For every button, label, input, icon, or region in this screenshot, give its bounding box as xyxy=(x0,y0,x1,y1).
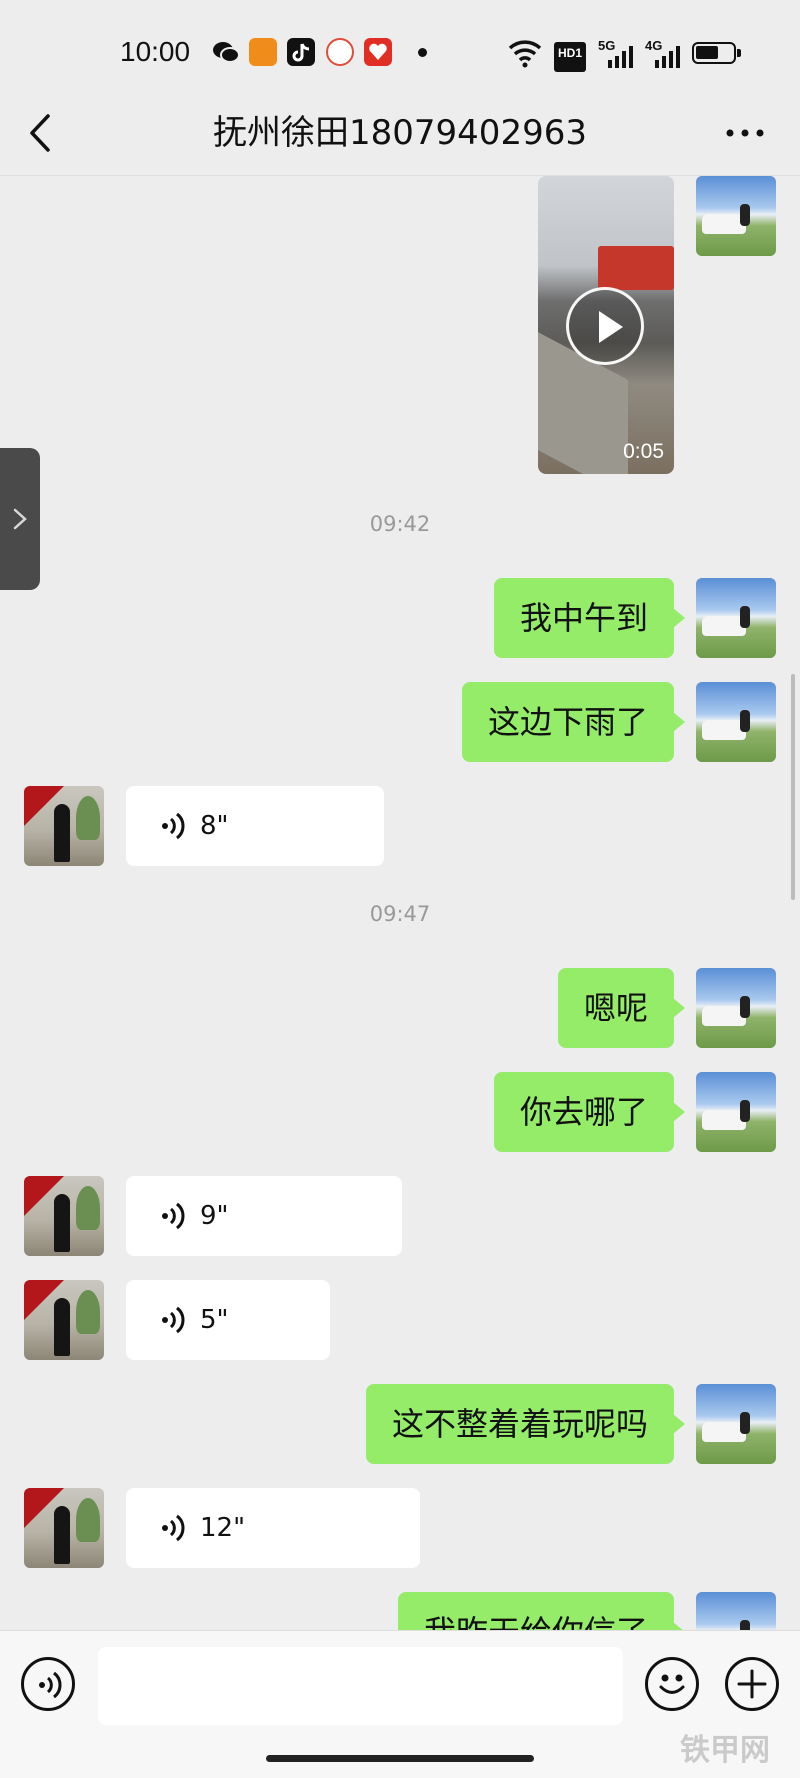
pinduoduo-icon xyxy=(364,38,392,66)
message-bubble-sent[interactable]: 我中午到 xyxy=(493,578,686,658)
avatar-person xyxy=(740,710,750,732)
status-bar: 10:00 HD1 5G 4G xyxy=(0,0,800,104)
voice-duration: 12" xyxy=(200,1513,246,1543)
self-avatar[interactable] xyxy=(696,968,776,1048)
input-bar: 铁甲网 xyxy=(0,1630,800,1778)
self-avatar[interactable] xyxy=(696,1592,776,1630)
voice-icon xyxy=(39,1671,62,1699)
avatar-tree xyxy=(76,1498,100,1542)
voice-input-button[interactable] xyxy=(21,1657,75,1711)
voice-duration: 8" xyxy=(200,811,229,841)
plus-icon xyxy=(737,1669,767,1699)
more-actions-button[interactable] xyxy=(725,1657,779,1711)
voice-message[interactable]: 8" xyxy=(126,786,384,866)
self-avatar[interactable] xyxy=(696,1384,776,1464)
message-input[interactable] xyxy=(98,1647,623,1725)
avatar-person xyxy=(740,204,750,226)
message-bubble-sent[interactable]: 嗯呢 xyxy=(557,968,686,1048)
message-bubble-sent[interactable]: 这边下雨了 xyxy=(461,682,686,762)
emoji-button[interactable] xyxy=(645,1657,699,1711)
battery-fill xyxy=(696,46,718,59)
emoji-icon xyxy=(659,1674,685,1694)
self-avatar[interactable] xyxy=(696,682,776,762)
message-bubble-sent[interactable]: 这不整着着玩呢吗 xyxy=(365,1384,686,1464)
more-icon xyxy=(726,129,764,137)
voice-message[interactable]: 5" xyxy=(126,1280,330,1360)
self-avatar[interactable] xyxy=(696,578,776,658)
chat-header: 抚州徐田18079402963 xyxy=(0,90,800,176)
more-options-button[interactable] xyxy=(722,110,768,156)
voice-wave-icon xyxy=(162,1514,185,1542)
wechat-icon xyxy=(212,38,240,66)
avatar-tree xyxy=(76,796,100,840)
timestamp: 09:47 xyxy=(369,902,431,926)
wifi-icon xyxy=(508,38,542,68)
voice-message[interactable]: 9" xyxy=(126,1176,402,1256)
video-thumbnail-truck xyxy=(598,246,674,290)
message-bubble-sent[interactable]: 你去哪了 xyxy=(493,1072,686,1152)
tiktok-icon xyxy=(287,38,315,66)
contact-avatar[interactable] xyxy=(24,786,104,866)
message-bubble-sent[interactable]: 我昨天给你信了 xyxy=(397,1592,686,1630)
avatar-tree xyxy=(76,1290,100,1334)
bus-app-icon xyxy=(249,38,277,66)
avatar-tree xyxy=(76,1186,100,1230)
contact-avatar[interactable] xyxy=(24,1488,104,1568)
video-message[interactable]: 0:05 xyxy=(538,176,674,474)
watermark: 铁甲网 xyxy=(680,1733,770,1768)
avatar-person xyxy=(54,1506,70,1564)
voice-wave-icon xyxy=(162,812,185,840)
avatar-person xyxy=(740,996,750,1018)
video-duration: 0:05 xyxy=(623,440,664,463)
voice-wave-icon xyxy=(162,1306,185,1334)
voice-duration: 5" xyxy=(200,1305,229,1335)
scrollbar[interactable] xyxy=(791,674,795,900)
timestamp: 09:42 xyxy=(369,512,431,536)
home-indicator[interactable] xyxy=(266,1755,534,1762)
contact-avatar[interactable] xyxy=(24,1280,104,1360)
play-icon[interactable] xyxy=(566,287,644,365)
chat-title: 抚州徐田18079402963 xyxy=(213,113,587,153)
voice-duration: 9" xyxy=(200,1201,229,1231)
status-time: 10:00 xyxy=(120,36,191,67)
avatar-person xyxy=(54,1298,70,1356)
contact-avatar[interactable] xyxy=(24,1176,104,1256)
message-list[interactable]: 0:05 09:42 我中午到 这边下雨了 8" 09:47 嗯呢 你去哪了 9… xyxy=(0,176,800,1630)
avatar-person xyxy=(740,606,750,628)
voice-wave-icon xyxy=(162,1202,185,1230)
avatar-person xyxy=(740,1100,750,1122)
floating-side-tab[interactable] xyxy=(0,448,40,590)
avatar-person xyxy=(740,1412,750,1434)
avatar-person xyxy=(54,1194,70,1252)
self-avatar[interactable] xyxy=(696,1072,776,1152)
battery-icon xyxy=(692,42,741,64)
chevron-right-icon xyxy=(13,508,27,530)
self-avatar[interactable] xyxy=(696,176,776,256)
voice-message[interactable]: 12" xyxy=(126,1488,420,1568)
news-app-icon xyxy=(326,38,354,66)
avatar-person xyxy=(740,1620,750,1630)
avatar-person xyxy=(54,804,70,862)
hd-badge: HD1 xyxy=(554,42,587,72)
notification-dot xyxy=(418,48,427,57)
